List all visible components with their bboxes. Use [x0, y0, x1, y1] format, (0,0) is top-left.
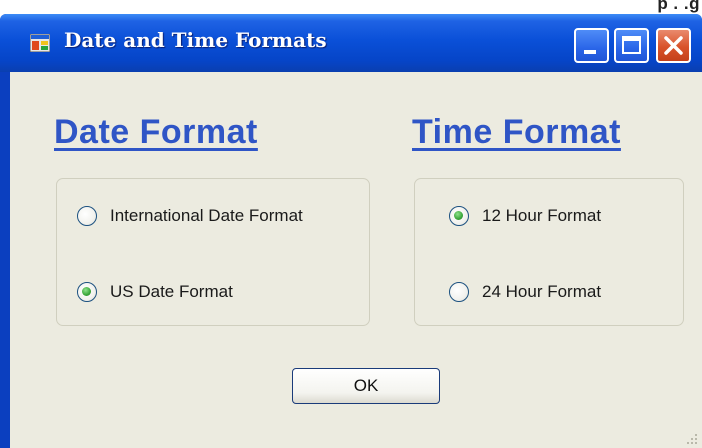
- radio-label: US Date Format: [110, 282, 233, 301]
- radio-us-date[interactable]: US Date Format: [77, 282, 233, 302]
- time-format-heading: Time Format: [412, 113, 621, 151]
- close-button[interactable]: [656, 28, 691, 63]
- radio-label: 24 Hour Format: [482, 282, 602, 301]
- time-format-group: 12 Hour Format 24 Hour Format: [414, 178, 684, 326]
- window-title: Date and Time Formats: [64, 28, 327, 52]
- dialog-window: Date and Time Formats Date Format Intern…: [0, 14, 702, 448]
- radio-us-date-button[interactable]: [77, 282, 97, 302]
- radio-international-date[interactable]: International Date Format: [77, 206, 303, 226]
- radio-12-hour[interactable]: 12 Hour Format: [449, 206, 601, 226]
- date-format-heading: Date Format: [54, 113, 258, 151]
- close-icon: [664, 36, 683, 55]
- maximize-icon: [622, 36, 641, 54]
- radio-label: International Date Format: [110, 206, 303, 225]
- resize-grip-icon[interactable]: [686, 432, 698, 444]
- client-area: Date Format International Date Format US…: [10, 72, 702, 448]
- radio-international-date-button[interactable]: [77, 206, 97, 226]
- radio-label: 12 Hour Format: [482, 206, 602, 225]
- radio-24-hour-button[interactable]: [449, 282, 469, 302]
- title-bar[interactable]: Date and Time Formats: [0, 14, 702, 72]
- minimize-button[interactable]: [574, 28, 609, 63]
- app-icon[interactable]: [29, 33, 51, 53]
- radio-24-hour[interactable]: 24 Hour Format: [449, 282, 601, 302]
- top-strip-text: p . .g: [657, 0, 700, 13]
- minimize-icon: [584, 50, 596, 54]
- date-format-group: International Date Format US Date Format: [56, 178, 370, 326]
- ok-button[interactable]: OK: [292, 368, 440, 404]
- maximize-button[interactable]: [614, 28, 649, 63]
- radio-12-hour-button[interactable]: [449, 206, 469, 226]
